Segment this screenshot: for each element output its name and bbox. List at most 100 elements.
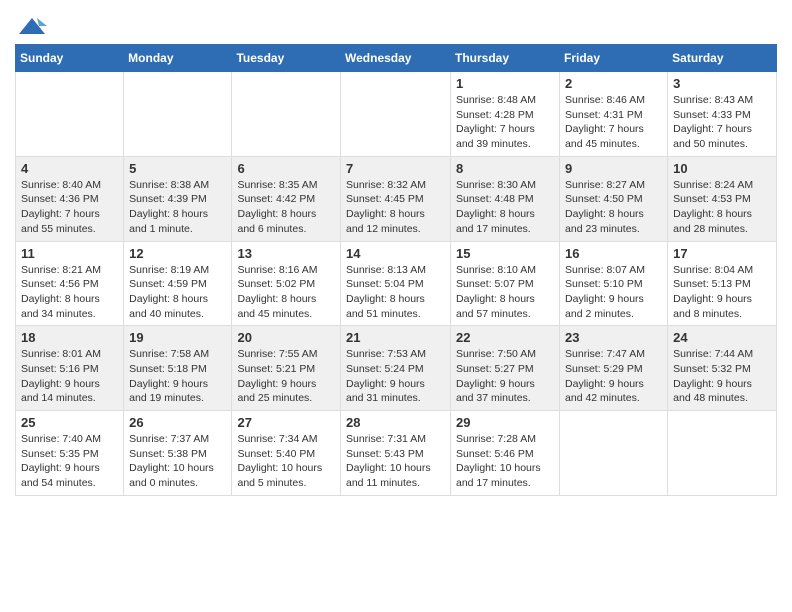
day-info: Sunrise: 7:28 AM Sunset: 5:46 PM Dayligh… [456, 432, 554, 491]
calendar-cell: 29 Sunrise: 7:28 AM Sunset: 5:46 PM Dayli… [451, 411, 560, 496]
day-info: Sunrise: 8:24 AM Sunset: 4:53 PM Dayligh… [673, 178, 771, 237]
day-number: 23 [565, 330, 662, 345]
calendar-week-row: 11Sunrise: 8:21 AM Sunset: 4:56 PM Dayli… [16, 241, 777, 326]
calendar-table: SundayMondayTuesdayWednesdayThursdayFrid… [15, 44, 777, 496]
day-info: Sunrise: 7:34 AM Sunset: 5:40 PM Dayligh… [237, 432, 335, 491]
day-info: Sunrise: 7:53 AM Sunset: 5:24 PM Dayligh… [346, 347, 445, 406]
day-number: 12 [129, 246, 226, 261]
calendar-cell: 8 Sunrise: 8:30 AM Sunset: 4:48 PM Daylig… [451, 156, 560, 241]
calendar-cell: 27 Sunrise: 7:34 AM Sunset: 5:40 PM Dayli… [232, 411, 341, 496]
calendar-cell: 21 Sunrise: 7:53 AM Sunset: 5:24 PM Dayli… [341, 326, 451, 411]
logo [15, 16, 47, 36]
calendar-cell: 2 Sunrise: 8:46 AM Sunset: 4:31 PM Daylig… [560, 72, 668, 157]
day-number: 4 [21, 161, 118, 176]
day-number: 19 [129, 330, 226, 345]
day-info: Sunrise: 8:04 AM Sunset: 5:13 PM Dayligh… [673, 263, 771, 322]
calendar-week-row: 18 Sunrise: 8:01 AM Sunset: 5:16 PM Dayli… [16, 326, 777, 411]
day-number: 9 [565, 161, 662, 176]
calendar-cell [668, 411, 777, 496]
day-info: Sunrise: 8:07 AM Sunset: 5:10 PM Dayligh… [565, 263, 662, 322]
day-number: 18 [21, 330, 118, 345]
day-number: 28 [346, 415, 445, 430]
day-info: Sunrise: 7:40 AM Sunset: 5:35 PM Dayligh… [21, 432, 118, 491]
day-info: Sunrise: 7:55 AM Sunset: 5:21 PM Dayligh… [237, 347, 335, 406]
calendar-cell: 14Sunrise: 8:13 AM Sunset: 5:04 PM Dayli… [341, 241, 451, 326]
calendar-week-row: 25 Sunrise: 7:40 AM Sunset: 5:35 PM Dayli… [16, 411, 777, 496]
calendar-cell [341, 72, 451, 157]
calendar-cell: 1 Sunrise: 8:48 AM Sunset: 4:28 PM Daylig… [451, 72, 560, 157]
calendar-cell: 3 Sunrise: 8:43 AM Sunset: 4:33 PM Daylig… [668, 72, 777, 157]
day-number: 14 [346, 246, 445, 261]
day-number: 7 [346, 161, 445, 176]
calendar-cell: 16 Sunrise: 8:07 AM Sunset: 5:10 PM Dayli… [560, 241, 668, 326]
calendar-cell: 19Sunrise: 7:58 AM Sunset: 5:18 PM Dayli… [124, 326, 232, 411]
day-number: 15 [456, 246, 554, 261]
calendar-week-row: 1 Sunrise: 8:48 AM Sunset: 4:28 PM Daylig… [16, 72, 777, 157]
day-number: 1 [456, 76, 554, 91]
day-info: Sunrise: 8:38 AM Sunset: 4:39 PM Dayligh… [129, 178, 226, 237]
day-info: Sunrise: 8:35 AM Sunset: 4:42 PM Dayligh… [237, 178, 335, 237]
day-info: Sunrise: 8:40 AM Sunset: 4:36 PM Dayligh… [21, 178, 118, 237]
calendar-cell: 12 Sunrise: 8:19 AM Sunset: 4:59 PM Dayli… [124, 241, 232, 326]
calendar-cell: 25 Sunrise: 7:40 AM Sunset: 5:35 PM Dayli… [16, 411, 124, 496]
calendar-cell: 17 Sunrise: 8:04 AM Sunset: 5:13 PM Dayli… [668, 241, 777, 326]
day-info: Sunrise: 8:27 AM Sunset: 4:50 PM Dayligh… [565, 178, 662, 237]
weekday-header-sunday: Sunday [16, 45, 124, 72]
day-number: 10 [673, 161, 771, 176]
calendar-cell: 15Sunrise: 8:10 AM Sunset: 5:07 PM Dayli… [451, 241, 560, 326]
day-number: 21 [346, 330, 445, 345]
day-number: 16 [565, 246, 662, 261]
calendar-cell: 7Sunrise: 8:32 AM Sunset: 4:45 PM Daylig… [341, 156, 451, 241]
day-number: 3 [673, 76, 771, 91]
day-number: 24 [673, 330, 771, 345]
calendar-cell: 11Sunrise: 8:21 AM Sunset: 4:56 PM Dayli… [16, 241, 124, 326]
calendar-cell: 9 Sunrise: 8:27 AM Sunset: 4:50 PM Daylig… [560, 156, 668, 241]
logo-icon [17, 16, 47, 36]
day-info: Sunrise: 7:50 AM Sunset: 5:27 PM Dayligh… [456, 347, 554, 406]
day-number: 27 [237, 415, 335, 430]
weekday-header-tuesday: Tuesday [232, 45, 341, 72]
calendar-cell: 20Sunrise: 7:55 AM Sunset: 5:21 PM Dayli… [232, 326, 341, 411]
day-info: Sunrise: 8:43 AM Sunset: 4:33 PM Dayligh… [673, 93, 771, 152]
calendar-cell: 18 Sunrise: 8:01 AM Sunset: 5:16 PM Dayli… [16, 326, 124, 411]
calendar-cell: 28 Sunrise: 7:31 AM Sunset: 5:43 PM Dayli… [341, 411, 451, 496]
day-number: 2 [565, 76, 662, 91]
day-info: Sunrise: 7:44 AM Sunset: 5:32 PM Dayligh… [673, 347, 771, 406]
calendar-cell [232, 72, 341, 157]
weekday-header-thursday: Thursday [451, 45, 560, 72]
day-info: Sunrise: 8:46 AM Sunset: 4:31 PM Dayligh… [565, 93, 662, 152]
day-info: Sunrise: 8:21 AM Sunset: 4:56 PM Dayligh… [21, 263, 118, 322]
day-number: 22 [456, 330, 554, 345]
day-number: 8 [456, 161, 554, 176]
calendar-cell [560, 411, 668, 496]
calendar-cell: 13 Sunrise: 8:16 AM Sunset: 5:02 PM Dayli… [232, 241, 341, 326]
day-number: 17 [673, 246, 771, 261]
calendar-cell: 10 Sunrise: 8:24 AM Sunset: 4:53 PM Dayli… [668, 156, 777, 241]
calendar-cell: 4 Sunrise: 8:40 AM Sunset: 4:36 PM Daylig… [16, 156, 124, 241]
weekday-header-saturday: Saturday [668, 45, 777, 72]
calendar-cell: 23 Sunrise: 7:47 AM Sunset: 5:29 PM Dayli… [560, 326, 668, 411]
calendar-week-row: 4 Sunrise: 8:40 AM Sunset: 4:36 PM Daylig… [16, 156, 777, 241]
calendar-cell: 22 Sunrise: 7:50 AM Sunset: 5:27 PM Dayli… [451, 326, 560, 411]
calendar-cell [16, 72, 124, 157]
calendar-cell: 6 Sunrise: 8:35 AM Sunset: 4:42 PM Daylig… [232, 156, 341, 241]
day-number: 29 [456, 415, 554, 430]
day-info: Sunrise: 8:30 AM Sunset: 4:48 PM Dayligh… [456, 178, 554, 237]
day-info: Sunrise: 8:19 AM Sunset: 4:59 PM Dayligh… [129, 263, 226, 322]
calendar-cell: 24 Sunrise: 7:44 AM Sunset: 5:32 PM Dayli… [668, 326, 777, 411]
day-number: 6 [237, 161, 335, 176]
day-info: Sunrise: 7:31 AM Sunset: 5:43 PM Dayligh… [346, 432, 445, 491]
day-number: 25 [21, 415, 118, 430]
header [15, 10, 777, 36]
day-info: Sunrise: 7:47 AM Sunset: 5:29 PM Dayligh… [565, 347, 662, 406]
day-info: Sunrise: 8:48 AM Sunset: 4:28 PM Dayligh… [456, 93, 554, 152]
day-info: Sunrise: 8:16 AM Sunset: 5:02 PM Dayligh… [237, 263, 335, 322]
day-number: 5 [129, 161, 226, 176]
day-info: Sunrise: 8:01 AM Sunset: 5:16 PM Dayligh… [21, 347, 118, 406]
day-number: 13 [237, 246, 335, 261]
calendar-cell: 5 Sunrise: 8:38 AM Sunset: 4:39 PM Daylig… [124, 156, 232, 241]
weekday-header-friday: Friday [560, 45, 668, 72]
calendar-cell: 26Sunrise: 7:37 AM Sunset: 5:38 PM Dayli… [124, 411, 232, 496]
weekday-header-monday: Monday [124, 45, 232, 72]
day-number: 26 [129, 415, 226, 430]
